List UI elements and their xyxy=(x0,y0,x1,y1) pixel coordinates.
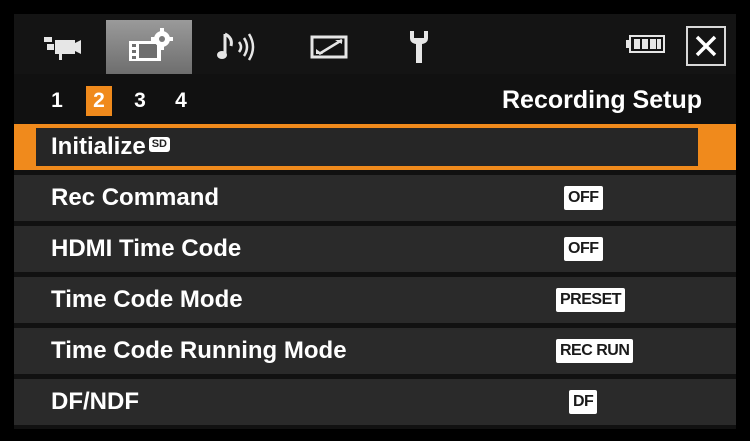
menu-item-hdmi-time-code[interactable]: HDMI Time Code OFF xyxy=(14,226,736,272)
menu-item-label: Initialize xyxy=(51,133,146,160)
tab-setup[interactable] xyxy=(376,20,462,74)
close-button[interactable] xyxy=(686,26,726,66)
menu-item-initialize[interactable]: Initialize SD xyxy=(14,124,736,170)
menu-item-time-code-mode[interactable]: Time Code Mode PRESET xyxy=(14,277,736,323)
page-1[interactable]: 1 xyxy=(44,86,70,116)
menu-item-label: Time Code Running Mode xyxy=(51,337,347,364)
value-badge: REC RUN xyxy=(556,339,634,363)
tab-video[interactable] xyxy=(18,20,104,74)
camera-settings-icon xyxy=(129,28,173,61)
page-2[interactable]: 2 xyxy=(86,86,112,116)
wrench-icon xyxy=(410,31,428,63)
menu-item-label: Rec Command xyxy=(51,184,220,211)
page-title: Recording Setup xyxy=(501,86,702,114)
menu-item-label: DF/NDF xyxy=(51,388,139,415)
menu-item-time-code-running-mode[interactable]: Time Code Running Mode REC RUN xyxy=(14,328,736,374)
menu-item-label: Time Code Mode xyxy=(51,286,243,313)
menu-item-df-ndf[interactable]: DF/NDF DF xyxy=(14,379,736,425)
value-badge: DF xyxy=(569,390,598,414)
tab-camera-settings[interactable] xyxy=(106,20,192,74)
menu-item-rec-command[interactable]: Rec Command OFF xyxy=(14,175,736,221)
menu-list: Initialize SD Rec Command OFF HDMI Time C… xyxy=(14,124,736,430)
close-icon xyxy=(695,35,717,57)
page-row: 1 2 3 4 Recording Setup xyxy=(14,76,736,122)
value-badge: PRESET xyxy=(556,288,626,312)
menu-tab-bar xyxy=(14,14,736,74)
video-camera-icon xyxy=(44,37,81,60)
value-badge: OFF xyxy=(564,186,603,210)
page-4[interactable]: 4 xyxy=(168,86,194,116)
sd-card-badge: SD xyxy=(148,137,170,153)
audio-note-icon xyxy=(217,32,255,61)
value-badge: OFF xyxy=(564,237,603,261)
tab-display[interactable] xyxy=(286,20,372,74)
menu-item-label: HDMI Time Code xyxy=(51,235,242,262)
battery-icon xyxy=(626,34,666,54)
camera-menu-screen: 1 2 3 4 Recording Setup Initialize SD Rec… xyxy=(14,14,736,429)
display-icon xyxy=(310,35,348,59)
tab-audio[interactable] xyxy=(194,20,280,74)
page-3[interactable]: 3 xyxy=(127,86,153,116)
